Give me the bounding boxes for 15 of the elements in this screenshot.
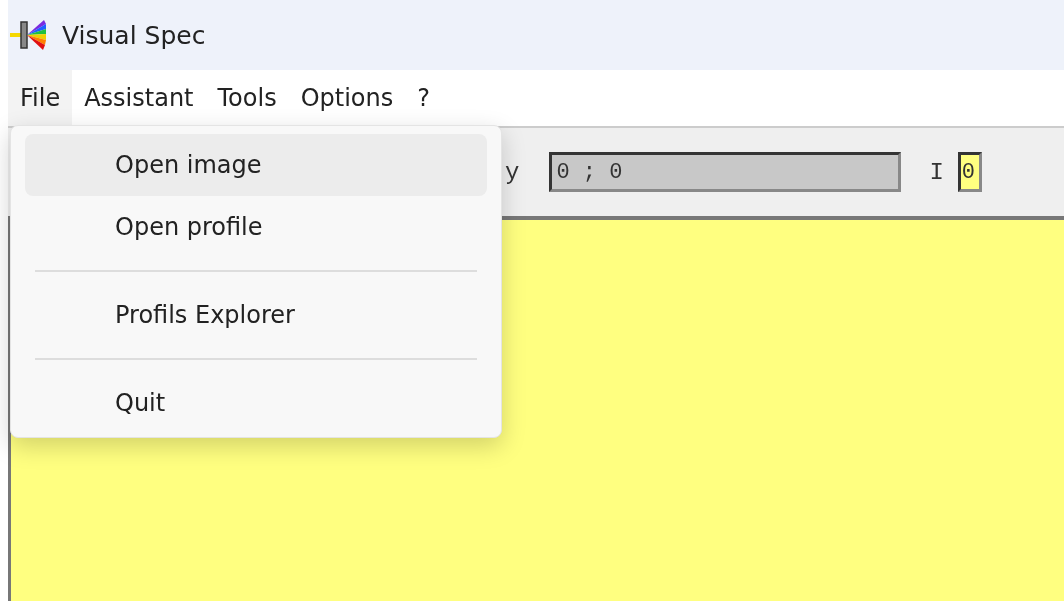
menu-option[interactable]: Open image xyxy=(25,134,487,196)
coordinate-label: y xyxy=(505,158,520,186)
menu-option[interactable]: Profils Explorer xyxy=(25,284,487,346)
menu-item[interactable]: Options xyxy=(288,70,406,126)
menu-item[interactable]: Tools xyxy=(205,70,289,126)
menu-option[interactable]: Quit xyxy=(25,372,487,434)
window-title: Visual Spec xyxy=(62,20,206,50)
intensity-label: I xyxy=(929,158,944,186)
intensity-field[interactable]: 0 xyxy=(957,152,982,192)
app-logo-icon xyxy=(10,18,48,52)
menu-item[interactable]: ? xyxy=(405,70,442,126)
menu-item[interactable]: File xyxy=(8,70,73,126)
menu-option[interactable]: Open profile xyxy=(25,196,487,258)
coordinate-field[interactable]: 0 ; 0 xyxy=(549,152,902,192)
menu-item[interactable]: Assistant xyxy=(72,70,206,126)
